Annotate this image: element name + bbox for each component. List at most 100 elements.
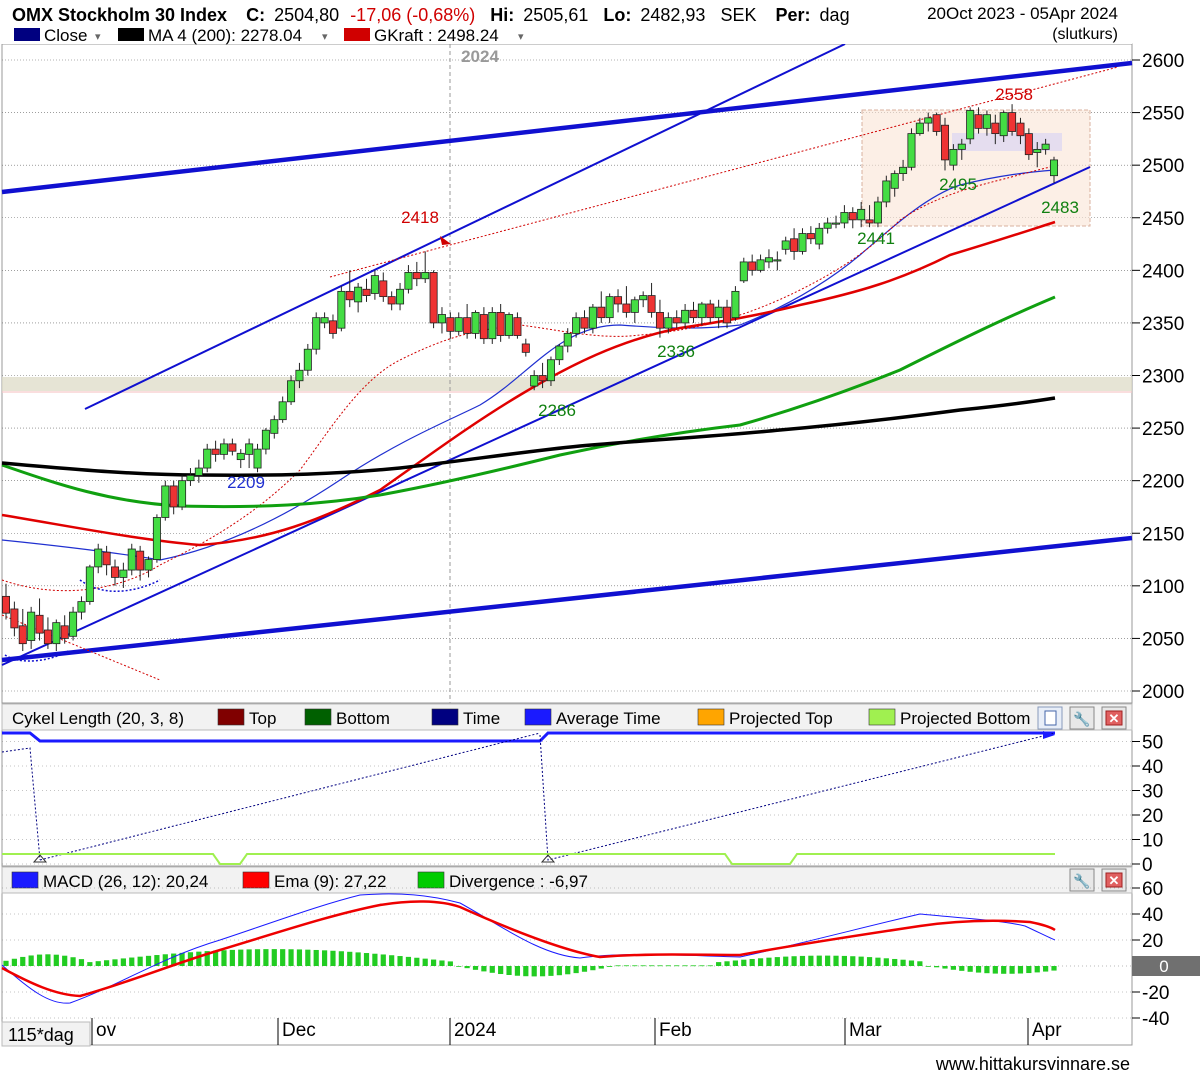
chevron-down-icon[interactable]: ▾ <box>322 31 328 43</box>
cycle-panel-controls: 🔧 ✕ <box>1037 706 1127 730</box>
divergence-bar <box>447 961 453 966</box>
divergence-bar <box>716 962 722 966</box>
divergence-bar <box>598 966 604 969</box>
divergence-bar <box>942 966 948 969</box>
legend-ma4[interactable]: MA 4 (200): 2278.04 ▾ <box>118 26 328 45</box>
divergence-bar <box>783 956 789 966</box>
candle-body <box>823 222 832 229</box>
divergence-bar <box>975 966 982 973</box>
candle-body <box>773 259 782 262</box>
price-tick-label: 2050 <box>1142 629 1184 650</box>
divergence-bar <box>858 956 864 966</box>
divergence-bar <box>20 956 26 966</box>
divergence-bar <box>112 959 118 966</box>
year-marker-label: 2024 <box>461 47 499 66</box>
divergence-bar <box>732 960 739 966</box>
candle <box>488 307 497 344</box>
candle <box>85 564 94 605</box>
candle-body <box>43 629 52 645</box>
legend-close-label: Close <box>44 26 87 45</box>
candle <box>161 480 170 521</box>
cycle-legend-swatch <box>524 708 552 726</box>
divergence-bar <box>615 965 621 967</box>
candle-body <box>337 290 346 329</box>
index-name: OMX Stockholm 30 Index <box>12 5 227 25</box>
price-tick-label: 2450 <box>1142 209 1184 230</box>
candle-body <box>555 345 564 361</box>
annotation-2209: 2209 <box>227 473 265 492</box>
candle-body <box>546 359 555 382</box>
divergence-bar <box>305 949 311 966</box>
candle-body <box>672 317 681 324</box>
divergence-bar <box>238 949 244 966</box>
divergence-bar <box>900 959 906 966</box>
price-tick-label: 2250 <box>1142 419 1184 440</box>
divergence-bar <box>439 960 445 966</box>
divergence-bar <box>506 966 512 976</box>
price-tick-label: 2000 <box>1142 682 1184 703</box>
divergence-bar <box>430 959 437 966</box>
candle-body <box>890 173 899 189</box>
divergence-bar <box>145 955 152 966</box>
candle-body <box>119 569 128 578</box>
divergence-bar <box>741 959 747 966</box>
candle-body <box>245 443 254 455</box>
support-band <box>2 377 1132 391</box>
candle-body <box>664 317 673 329</box>
cycle-legend-swatch <box>431 708 459 726</box>
candle-body <box>387 296 396 305</box>
cycle-legend: Top Bottom Time Average Time Projected Top Pr… <box>217 708 1030 728</box>
divergence-bar <box>221 950 227 966</box>
divergence-bar <box>405 956 412 966</box>
divergence-bar <box>271 949 277 966</box>
divergence-bar <box>313 949 319 966</box>
candle-body <box>261 429 270 450</box>
divergence-bar <box>363 953 370 966</box>
divergence-bar <box>229 949 235 966</box>
divergence-bar <box>1001 966 1007 974</box>
candle-body <box>622 303 631 313</box>
candle-body <box>731 290 740 319</box>
candle-body <box>848 212 857 221</box>
divergence-bar <box>53 954 59 966</box>
candle-body <box>412 272 421 280</box>
divergence-bar <box>372 953 378 966</box>
candle-body <box>630 299 639 313</box>
divergence-bar <box>632 965 638 967</box>
candle-body <box>941 124 950 161</box>
candle-body <box>865 219 874 224</box>
divergence-bar <box>481 966 487 972</box>
cycle-tick-label: 10 <box>1142 831 1163 852</box>
candle-body <box>345 290 354 301</box>
divergence-bar <box>321 950 328 966</box>
candle-body <box>999 112 1008 137</box>
cycle-legend-swatch <box>304 708 332 726</box>
price-tick-label: 2150 <box>1142 524 1184 545</box>
candle-body <box>513 317 522 336</box>
chevron-down-icon[interactable]: ▾ <box>518 31 524 43</box>
annotation-2336: 2336 <box>657 342 695 361</box>
date-range: 20Oct 2023 - 05Apr 2024 <box>927 4 1118 23</box>
candle-body <box>479 314 488 340</box>
candle-body <box>521 343 530 353</box>
divergence-bar <box>78 959 85 966</box>
divergence-bar <box>607 966 613 967</box>
candle-body <box>614 296 623 305</box>
divergence-bar <box>514 966 521 976</box>
candle-body <box>85 566 94 603</box>
timeframe-label: 115*dag <box>8 1025 74 1045</box>
chevron-down-icon[interactable]: ▾ <box>95 31 101 43</box>
cycle-legend-swatch <box>217 708 245 726</box>
candle-body <box>228 443 237 452</box>
candle-body <box>806 233 815 240</box>
candle-body <box>1008 112 1017 132</box>
candle-body <box>69 611 78 637</box>
candle-body <box>161 485 170 518</box>
candle-body <box>974 114 983 129</box>
candle-body <box>404 272 413 290</box>
candle-body <box>136 550 145 571</box>
legend-gkraft-label: GKraft : 2498.24 <box>374 26 499 45</box>
candle <box>429 270 438 329</box>
candle-body <box>572 317 581 334</box>
candle-body <box>27 611 36 641</box>
